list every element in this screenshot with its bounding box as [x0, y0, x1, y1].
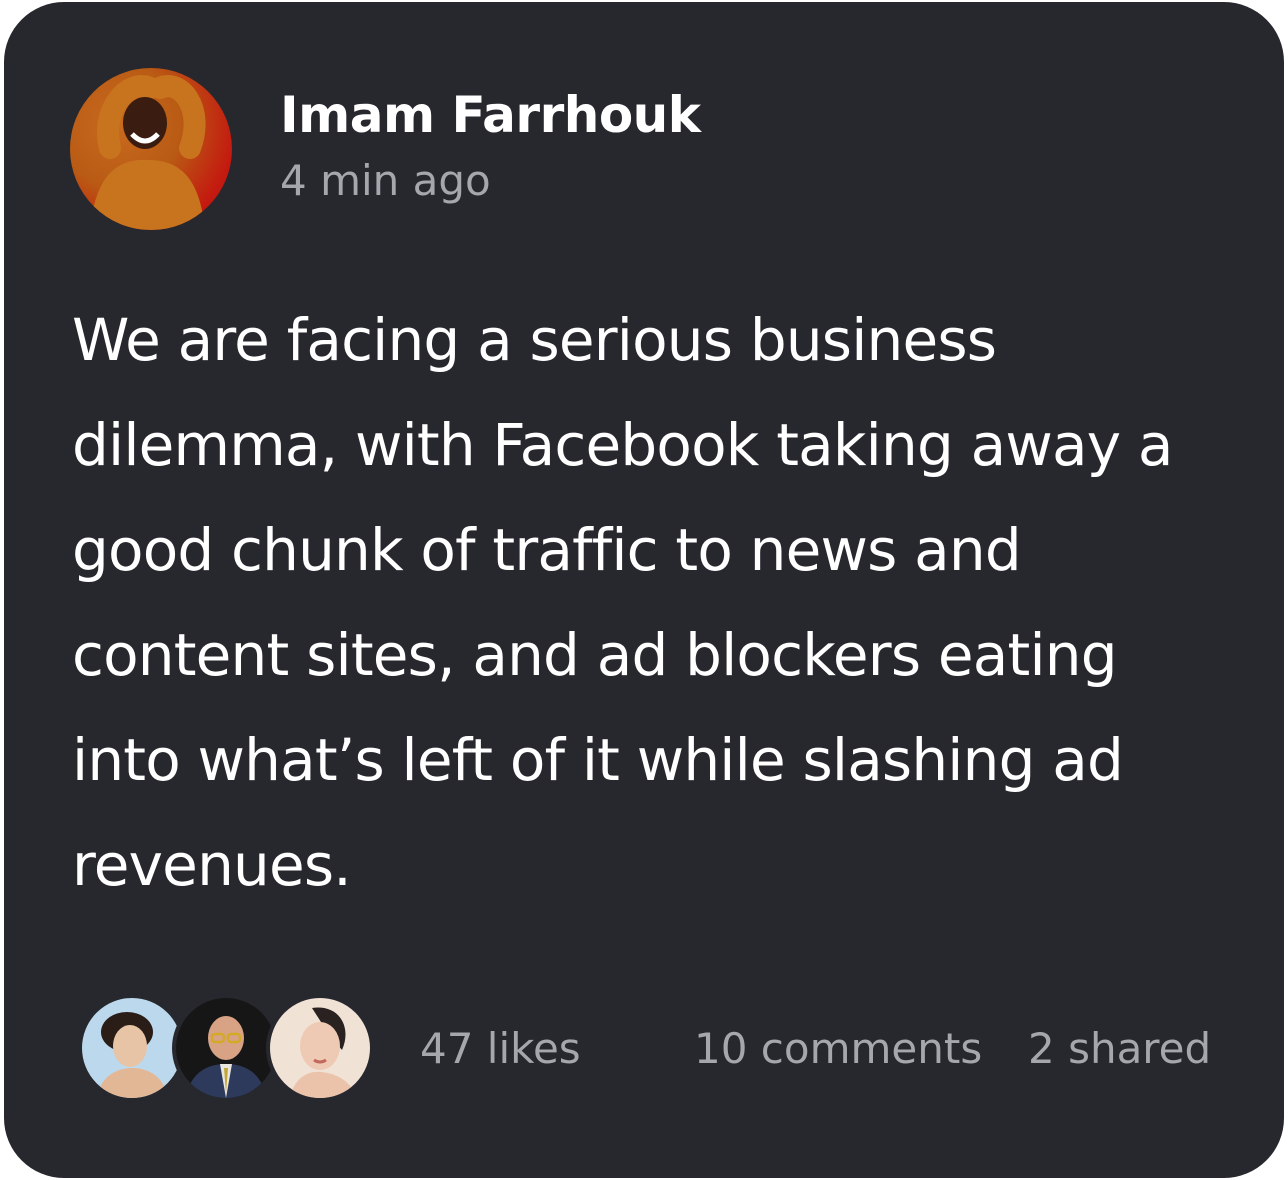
author-avatar[interactable] [70, 68, 232, 230]
user-avatar-icon [90, 75, 206, 230]
user-avatar-icon [290, 1007, 356, 1098]
shares-count[interactable]: 2 shared [1028, 1024, 1211, 1073]
likes-count[interactable]: 47 likes [420, 1024, 581, 1073]
reactor-avatars[interactable] [78, 994, 378, 1104]
post-text: We are facing a serious business dilemma… [72, 306, 1173, 899]
comments-count[interactable]: 10 comments [694, 1024, 982, 1073]
reactor-avatar-3[interactable] [266, 994, 374, 1102]
reactor-avatar-2[interactable] [172, 994, 280, 1102]
author-name[interactable]: Imam Farrhouk [280, 86, 701, 144]
user-avatar-icon [186, 1016, 266, 1098]
user-avatar-icon [97, 1012, 168, 1098]
reactor-avatar-1[interactable] [78, 994, 186, 1102]
post-timestamp: 4 min ago [280, 156, 491, 205]
